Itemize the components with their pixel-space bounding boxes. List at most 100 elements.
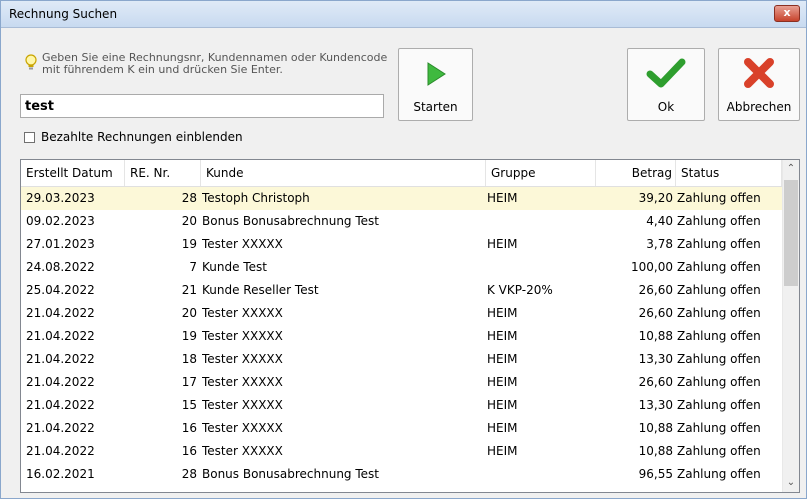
cell-kunde: Testoph Christoph	[202, 191, 310, 205]
cell-date: 21.04.2022	[26, 329, 95, 343]
cell-nr: 7	[189, 260, 197, 274]
cell-status: Zahlung offen	[677, 375, 761, 389]
cell-nr: 15	[181, 398, 197, 412]
cell-betrag: 13,30	[638, 352, 673, 366]
column-header-status[interactable]: Status	[676, 160, 782, 186]
checkmark-icon	[646, 58, 686, 88]
cell-kunde: Tester XXXXX	[202, 329, 283, 343]
cell-status: Zahlung offen	[677, 306, 761, 320]
cell-status: Zahlung offen	[677, 191, 761, 205]
cell-nr: 28	[181, 191, 197, 205]
cell-kunde: Bonus Bonusabrechnung Test	[202, 214, 379, 228]
play-icon	[427, 62, 446, 86]
column-header-kunde[interactable]: Kunde	[201, 160, 486, 186]
cell-kunde: Bonus Bonusabrechnung Test	[202, 467, 379, 481]
table-row[interactable]: 21.04.2022 20 Tester XXXXX HEIM 26,60 Zahlung…	[21, 302, 782, 325]
cell-kunde: Tester XXXXX	[202, 398, 283, 412]
cell-date: 24.08.2022	[26, 260, 95, 274]
cell-nr: 17	[181, 375, 197, 389]
table-row[interactable]: 24.08.2022 7 Kunde Test 100,00 Zahlung offen	[21, 256, 782, 279]
invoice-list[interactable]: Erstellt Datum RE. Nr. Kunde Gruppe Betr…	[20, 159, 800, 493]
cell-betrag: 10,88	[638, 444, 673, 458]
cancel-button[interactable]: Abbrechen	[718, 48, 800, 121]
ok-button[interactable]: Ok	[627, 48, 705, 121]
cell-date: 29.03.2023	[26, 191, 95, 205]
cell-date: 21.04.2022	[26, 421, 95, 435]
column-header-gruppe[interactable]: Gruppe	[486, 160, 596, 186]
table-row[interactable]: 29.03.2023 28 Testoph Christoph HEIM 39,20 Za…	[21, 187, 782, 210]
cell-kunde: Tester XXXXX	[202, 421, 283, 435]
table-row[interactable]: 27.01.2023 19 Tester XXXXX HEIM 3,78 Zahlung …	[21, 233, 782, 256]
cell-date: 16.02.2021	[26, 467, 95, 481]
window-title: Rechnung Suchen	[9, 7, 118, 21]
title-bar[interactable]: Rechnung Suchen x	[1, 1, 806, 28]
table-row[interactable]: 09.02.2023 20 Bonus Bonusabrechnung Test 4,…	[21, 210, 782, 233]
show-paid-label[interactable]: Bezahlte Rechnungen einblenden	[41, 130, 243, 144]
table-row[interactable]: 21.04.2022 16 Tester XXXXX HEIM 10,88 Zahlung…	[21, 440, 782, 463]
cell-betrag: 10,88	[638, 329, 673, 343]
show-paid-checkbox[interactable]	[24, 132, 35, 143]
cell-nr: 16	[181, 444, 197, 458]
cell-status: Zahlung offen	[677, 352, 761, 366]
cell-betrag: 26,60	[638, 283, 673, 297]
rechnung-suchen-dialog: Rechnung Suchen x Geben Sie eine Rechnun…	[0, 0, 807, 499]
cell-betrag: 10,88	[638, 421, 673, 435]
table-row[interactable]: 16.02.2021 28 Bonus Bonusabrechnung Test 96…	[21, 463, 782, 486]
cell-kunde: Tester XXXXX	[202, 375, 283, 389]
cell-date: 21.04.2022	[26, 352, 95, 366]
cell-date: 09.02.2023	[26, 214, 95, 228]
column-header-date[interactable]: Erstellt Datum	[21, 160, 125, 186]
cell-betrag: 26,60	[638, 375, 673, 389]
cell-status: Zahlung offen	[677, 214, 761, 228]
cell-status: Zahlung offen	[677, 260, 761, 274]
cell-status: Zahlung offen	[677, 398, 761, 412]
scroll-up-icon[interactable]: ⌃	[783, 160, 799, 178]
close-button[interactable]: x	[774, 5, 800, 22]
list-header: Erstellt Datum RE. Nr. Kunde Gruppe Betr…	[21, 160, 782, 187]
start-button-label: Starten	[413, 100, 458, 114]
hint-text: Geben Sie eine Rechnungsnr, Kundennamen …	[42, 51, 388, 76]
cell-betrag: 96,55	[638, 467, 673, 481]
cell-betrag: 3,78	[646, 237, 673, 251]
table-row[interactable]: 21.04.2022 19 Tester XXXXX HEIM 10,88 Zahlung…	[21, 325, 782, 348]
cell-status: Zahlung offen	[677, 237, 761, 251]
cell-date: 27.01.2023	[26, 237, 95, 251]
search-input[interactable]	[20, 94, 384, 118]
cell-betrag: 26,60	[638, 306, 673, 320]
cell-kunde: Tester XXXXX	[202, 444, 283, 458]
cell-nr: 18	[181, 352, 197, 366]
column-header-betrag[interactable]: Betrag	[596, 160, 676, 186]
cell-kunde: Tester XXXXX	[202, 306, 283, 320]
cell-betrag: 13,30	[638, 398, 673, 412]
cell-kunde: Kunde Test	[202, 260, 267, 274]
cell-nr: 19	[181, 329, 197, 343]
cell-nr: 20	[181, 214, 197, 228]
cell-kunde: Tester XXXXX	[202, 237, 283, 251]
lightbulb-icon	[25, 54, 37, 70]
cell-status: Zahlung offen	[677, 329, 761, 343]
cell-status: Zahlung offen	[677, 467, 761, 481]
cell-kunde: Kunde Reseller Test	[202, 283, 319, 297]
table-row[interactable]: 25.04.2022 21 Kunde Reseller Test K VKP-20%…	[21, 279, 782, 302]
cell-date: 25.04.2022	[26, 283, 95, 297]
start-button[interactable]: Starten	[398, 48, 473, 121]
scroll-down-icon[interactable]: ⌄	[783, 474, 799, 492]
cell-status: Zahlung offen	[677, 283, 761, 297]
cell-nr: 28	[181, 467, 197, 481]
cell-status: Zahlung offen	[677, 444, 761, 458]
vertical-scrollbar[interactable]: ⌃ ⌄	[782, 160, 799, 492]
cell-betrag: 100,00	[631, 260, 673, 274]
table-row[interactable]: 21.04.2022 16 Tester XXXXX HEIM 10,88 Zahlung…	[21, 417, 782, 440]
table-row[interactable]: 21.04.2022 15 Tester XXXXX HEIM 13,30 Zahlung…	[21, 394, 782, 417]
cell-nr: 16	[181, 421, 197, 435]
cell-betrag: 39,20	[638, 191, 673, 205]
cell-date: 21.04.2022	[26, 444, 95, 458]
cell-nr: 20	[181, 306, 197, 320]
column-header-nr[interactable]: RE. Nr.	[125, 160, 201, 186]
cell-betrag: 4,40	[646, 214, 673, 228]
table-row[interactable]: 21.04.2022 17 Tester XXXXX HEIM 26,60 Zahlung…	[21, 371, 782, 394]
scrollbar-thumb[interactable]	[784, 180, 798, 286]
cell-date: 21.04.2022	[26, 375, 95, 389]
table-row[interactable]: 21.04.2022 18 Tester XXXXX HEIM 13,30 Zahlung…	[21, 348, 782, 371]
cancel-button-label: Abbrechen	[726, 100, 792, 114]
